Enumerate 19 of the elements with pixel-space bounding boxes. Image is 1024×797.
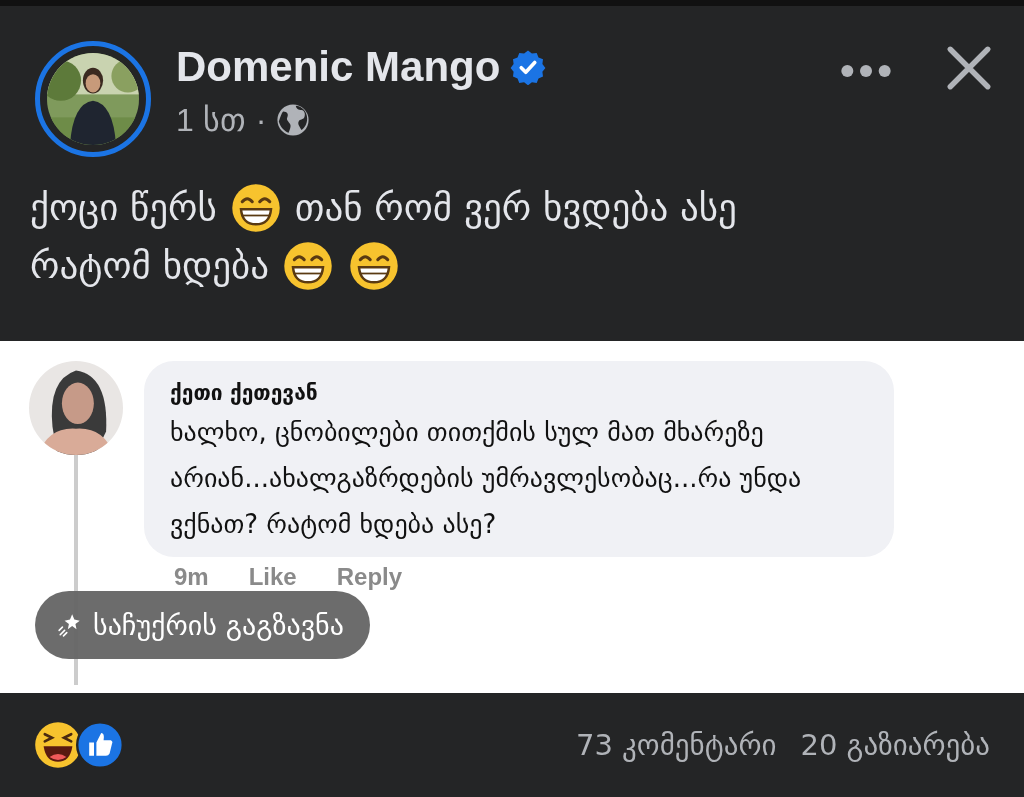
- grinning-face-icon: [282, 241, 333, 291]
- post-text: თან რომ ვერ ხვდება ასე: [294, 185, 737, 231]
- share-count[interactable]: 20 გაზიარება: [800, 728, 990, 762]
- send-gift-toast[interactable]: საჩუქრის გაგზავნა: [35, 591, 370, 659]
- post-text: ქოცი წერს: [30, 185, 217, 231]
- post-time: 1 სთ: [176, 101, 246, 139]
- close-icon[interactable]: [944, 43, 994, 93]
- comment-count[interactable]: 73 კომენტარი: [575, 728, 777, 762]
- author-name[interactable]: Domenic Mango: [176, 43, 501, 91]
- commenter-name: ქეთი ქეთევან: [170, 381, 319, 405]
- grinning-face-icon: [348, 241, 399, 291]
- comment-text: ხალხო, ცნობილები თითქმის სულ მათ მხარეზე არიან...ახალგაზრდების უმრავლესობაც...რა უნდა ვქნათ? რატომ ხდება ასე?: [170, 416, 803, 541]
- grinning-face-icon: [230, 183, 281, 233]
- comment-time: 9m: [174, 563, 209, 591]
- more-options-icon[interactable]: [838, 63, 894, 79]
- separator-dot: ·: [255, 101, 267, 139]
- thumbs-up-icon: [76, 721, 124, 769]
- post-text: რატომ ხდება: [30, 243, 269, 289]
- globe-icon: [276, 103, 311, 137]
